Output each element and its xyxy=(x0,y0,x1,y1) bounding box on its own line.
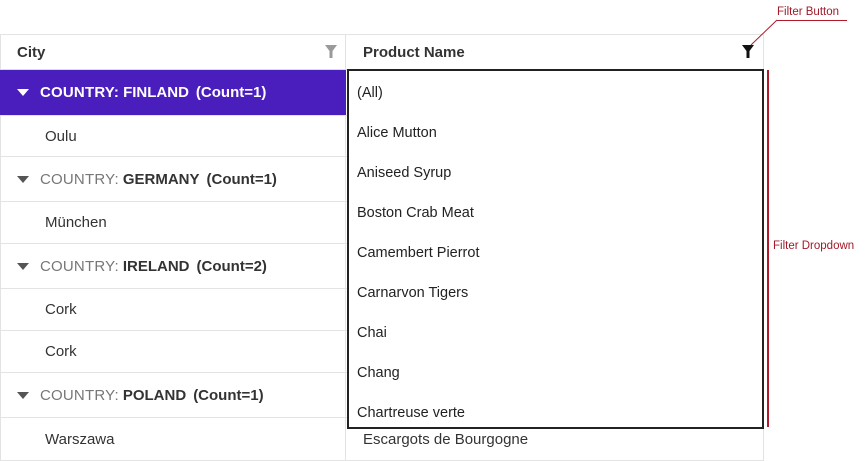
group-prefix: COUNTRY: xyxy=(40,170,119,188)
annotation-filter-dropdown: Filter Dropdown xyxy=(773,240,855,252)
column-header-city-label: City xyxy=(17,43,46,61)
filter-option[interactable]: Aniseed Syrup xyxy=(349,153,762,193)
group-value: IRELAND xyxy=(122,257,190,275)
group-value: GERMANY xyxy=(122,170,200,188)
city-cell[interactable]: München xyxy=(0,202,346,243)
group-count: (Count=1) xyxy=(193,386,264,404)
city-value: Cork xyxy=(45,343,77,360)
caret-down-icon[interactable] xyxy=(17,391,29,399)
group-prefix: COUNTRY: xyxy=(40,257,119,275)
group-value: POLAND xyxy=(122,386,187,404)
group-count: (Count=1) xyxy=(206,170,277,188)
city-value: München xyxy=(45,214,107,231)
filter-dropdown[interactable]: (All) Alice Mutton Aniseed Syrup Boston Cra… xyxy=(347,69,764,429)
column-header-product-label: Product Name xyxy=(363,43,465,61)
filter-option[interactable]: Camembert Pierrot xyxy=(349,233,762,273)
filter-option[interactable]: Chartreuse verte xyxy=(349,393,762,433)
filter-option[interactable]: (All) xyxy=(349,73,762,113)
annotation-underline xyxy=(777,20,847,21)
annotation-bracket xyxy=(767,70,769,427)
group-value: FINLAND xyxy=(123,84,189,101)
caret-down-icon[interactable] xyxy=(17,175,29,183)
group-header-cell[interactable]: COUNTRY: POLAND (Count=1) xyxy=(0,373,346,417)
group-prefix: COUNTRY: xyxy=(40,84,120,101)
city-cell[interactable]: Oulu xyxy=(0,116,346,156)
annotation-filter-button: Filter Button xyxy=(777,6,839,18)
caret-down-icon[interactable] xyxy=(17,89,29,96)
filter-option[interactable]: Boston Crab Meat xyxy=(349,193,762,233)
city-cell[interactable]: Cork xyxy=(0,289,346,330)
city-cell[interactable]: Warszawa xyxy=(0,418,346,460)
column-header-city[interactable]: City xyxy=(0,35,346,69)
city-value: Cork xyxy=(45,301,77,318)
filter-option[interactable]: Chai xyxy=(349,313,762,353)
filter-option[interactable]: Alice Mutton xyxy=(349,113,762,153)
group-header-cell[interactable]: COUNTRY: IRELAND (Count=2) xyxy=(0,244,346,288)
filter-funnel-icon[interactable] xyxy=(742,45,754,59)
caret-down-icon[interactable] xyxy=(17,262,29,270)
group-header-cell[interactable]: COUNTRY: FINLAND (Count=1) xyxy=(0,70,346,115)
group-header-cell[interactable]: COUNTRY: GERMANY (Count=1) xyxy=(0,157,346,201)
annotation-leader-line xyxy=(750,19,778,46)
column-header-product[interactable]: Product Name xyxy=(346,35,764,69)
city-value: Oulu xyxy=(45,127,77,145)
group-prefix: COUNTRY: xyxy=(40,386,119,404)
group-count: (Count=2) xyxy=(196,257,267,275)
product-value: Escargots de Bourgogne xyxy=(363,430,529,448)
city-value: Warszawa xyxy=(45,430,115,448)
filter-option[interactable]: Chang xyxy=(349,353,762,393)
grid-header: City Product Name xyxy=(0,35,764,70)
group-count: (Count=1) xyxy=(195,84,267,101)
filter-funnel-icon[interactable] xyxy=(325,45,337,59)
filter-option[interactable]: Carnarvon Tigers xyxy=(349,273,762,313)
city-cell[interactable]: Cork xyxy=(0,331,346,372)
